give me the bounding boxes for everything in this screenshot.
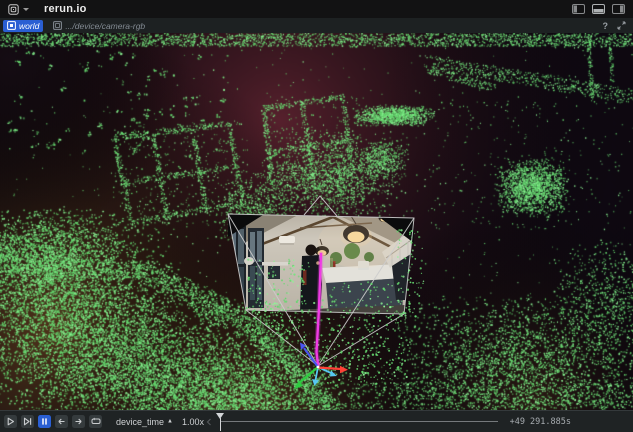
frustum-up-triangle <box>304 196 337 216</box>
current-time: +49 291.885s <box>510 417 571 427</box>
timeline-scroll-left-icon <box>206 418 212 426</box>
tab-label: world <box>19 21 39 31</box>
menu-caret-icon <box>23 8 29 11</box>
timeline-track[interactable] <box>220 421 498 422</box>
playback-speed[interactable]: 1.00x <box>182 417 204 427</box>
tab-world[interactable]: world <box>3 20 43 32</box>
timeline-scrubber[interactable] <box>206 411 500 432</box>
spatial-viewport[interactable] <box>0 33 633 410</box>
app-title: rerun.io <box>44 3 87 15</box>
follow-button[interactable] <box>21 415 34 428</box>
tab-label: .../device/camera-rgb <box>65 21 145 31</box>
title-bar: rerun.io <box>0 0 633 18</box>
timeline-name: device_time <box>116 417 164 427</box>
toggle-bottom-panel-icon[interactable] <box>592 4 605 14</box>
rerun-viewer-window: rerun.io world <box>0 0 633 432</box>
time-panel: device_time ▲ 1.00x +49 291.885s <box>0 410 633 432</box>
maximize-view-icon[interactable] <box>617 21 626 30</box>
toggle-right-panel-icon[interactable] <box>612 4 625 14</box>
timeline-caret-icon: ▲ <box>167 418 173 424</box>
tab-actions: ? <box>603 21 631 31</box>
image-view-icon <box>53 21 62 30</box>
pause-button[interactable] <box>38 415 51 428</box>
panel-toggle-group <box>572 4 625 14</box>
tab-camera-rgb[interactable]: .../device/camera-rgb <box>49 20 149 32</box>
viewport-tab-bar: world .../device/camera-rgb ? <box>0 18 633 33</box>
spatial-view-icon <box>7 21 16 30</box>
rerun-logo-icon <box>8 4 19 15</box>
play-button[interactable] <box>4 415 17 428</box>
timeline-selector[interactable]: device_time ▲ <box>116 417 173 427</box>
step-back-button[interactable] <box>55 415 68 428</box>
help-button[interactable]: ? <box>603 21 609 31</box>
app-menu-button[interactable] <box>8 4 29 15</box>
camera-frustum-overlay <box>0 33 633 410</box>
toggle-left-panel-icon[interactable] <box>572 4 585 14</box>
step-forward-button[interactable] <box>72 415 85 428</box>
loop-button[interactable] <box>89 415 102 428</box>
playhead-marker[interactable] <box>216 413 225 431</box>
